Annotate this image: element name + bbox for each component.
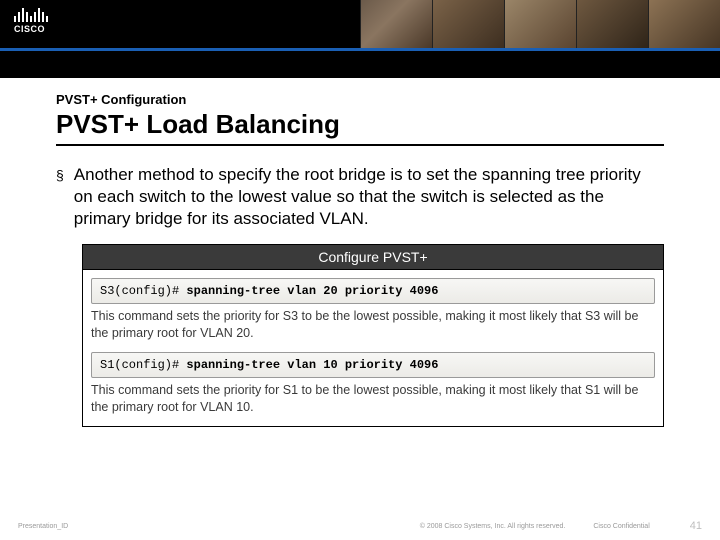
slide-content: PVST+ Configuration PVST+ Load Balancing… bbox=[0, 78, 720, 427]
panel-body: S3(config)# spanning-tree vlan 20 priori… bbox=[83, 270, 663, 426]
footer-copyright: © 2008 Cisco Systems, Inc. All rights re… bbox=[420, 523, 566, 530]
cli-prompt: S3(config)# bbox=[100, 284, 179, 298]
footer-page-number: 41 bbox=[690, 520, 702, 532]
panel-heading: Configure PVST+ bbox=[83, 245, 663, 270]
cli-command: spanning-tree vlan 10 priority 4096 bbox=[186, 358, 438, 372]
cli-note-1: This command sets the priority for S3 to… bbox=[91, 308, 655, 342]
footer-confidential: Cisco Confidential bbox=[593, 523, 649, 530]
section-kicker: PVST+ Configuration bbox=[56, 92, 664, 107]
cli-prompt: S1(config)# bbox=[100, 358, 179, 372]
bullet-item: § Another method to specify the root bri… bbox=[56, 164, 664, 230]
header-accent-rule bbox=[0, 48, 720, 51]
cli-command: spanning-tree vlan 20 priority 4096 bbox=[186, 284, 438, 298]
logo-bars-icon bbox=[14, 6, 48, 22]
header-photo-strip bbox=[360, 0, 720, 48]
slide-footer: Presentation_ID © 2008 Cisco Systems, In… bbox=[0, 520, 720, 532]
logo-text: CISCO bbox=[14, 24, 48, 34]
bullet-mark-icon: § bbox=[56, 164, 64, 230]
header-bar: CISCO bbox=[0, 0, 720, 78]
footer-presentation-id: Presentation_ID bbox=[18, 523, 68, 530]
bullet-text: Another method to specify the root bridg… bbox=[74, 164, 664, 230]
cli-line-2: S1(config)# spanning-tree vlan 10 priori… bbox=[91, 352, 655, 378]
cisco-logo: CISCO bbox=[14, 6, 48, 34]
cli-line-1: S3(config)# spanning-tree vlan 20 priori… bbox=[91, 278, 655, 304]
page-title: PVST+ Load Balancing bbox=[56, 109, 664, 146]
cli-note-2: This command sets the priority for S1 to… bbox=[91, 382, 655, 416]
config-panel: Configure PVST+ S3(config)# spanning-tre… bbox=[82, 244, 664, 427]
